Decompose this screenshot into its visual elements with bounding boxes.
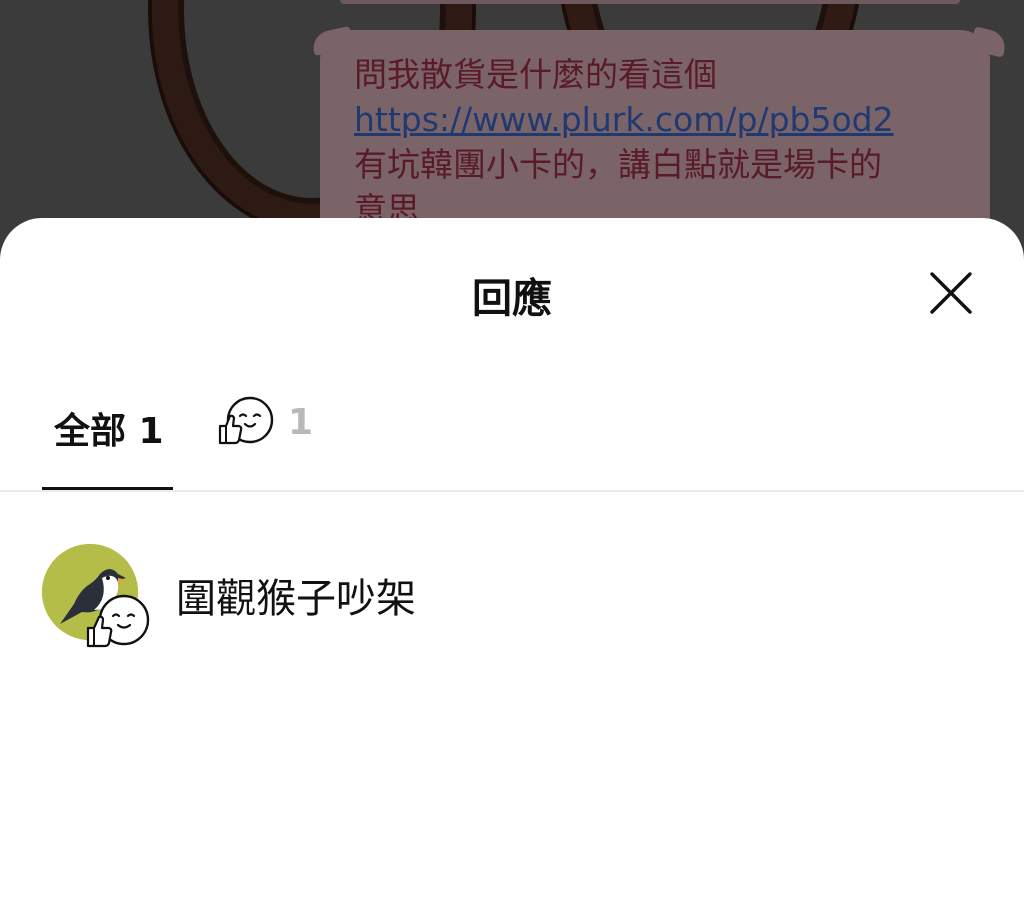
message-line: 有坑韓團小卡的，講白點就是場卡的 xyxy=(354,145,882,184)
message-text: 問我散貨是什麼的看這個 https://www.plurk.com/p/pb5o… xyxy=(354,52,960,232)
thumbs-up-face-icon xyxy=(86,594,150,648)
user-name[interactable]: 圍觀猴子吵架 xyxy=(176,566,416,624)
message-link[interactable]: https://www.plurk.com/p/pb5od2 xyxy=(354,97,960,142)
reaction-list-item[interactable]: 圍觀猴子吵架 xyxy=(0,536,1024,652)
reaction-tabs: 全部 1 1 xyxy=(0,368,1024,492)
tab-thumbs-up[interactable]: 1 xyxy=(214,368,324,492)
reactions-sheet: 回應 全部 1 1 圍觀猴子吵架 xyxy=(0,218,1024,904)
tabs-divider xyxy=(0,490,1024,492)
close-button[interactable] xyxy=(926,270,976,316)
thumbs-up-face-icon xyxy=(218,396,274,445)
tab-all[interactable]: 全部 1 xyxy=(42,368,173,492)
sheet-title: 回應 xyxy=(472,276,552,322)
previous-message-bubble xyxy=(340,0,960,4)
screen: 問我散貨是什麼的看這個 https://www.plurk.com/p/pb5o… xyxy=(0,0,1024,904)
tab-all-label: 全部 1 xyxy=(54,411,164,452)
tab-thumbs-up-count: 1 xyxy=(288,402,314,443)
message-line: 問我散貨是什麼的看這個 xyxy=(354,55,717,94)
close-icon xyxy=(930,272,972,314)
